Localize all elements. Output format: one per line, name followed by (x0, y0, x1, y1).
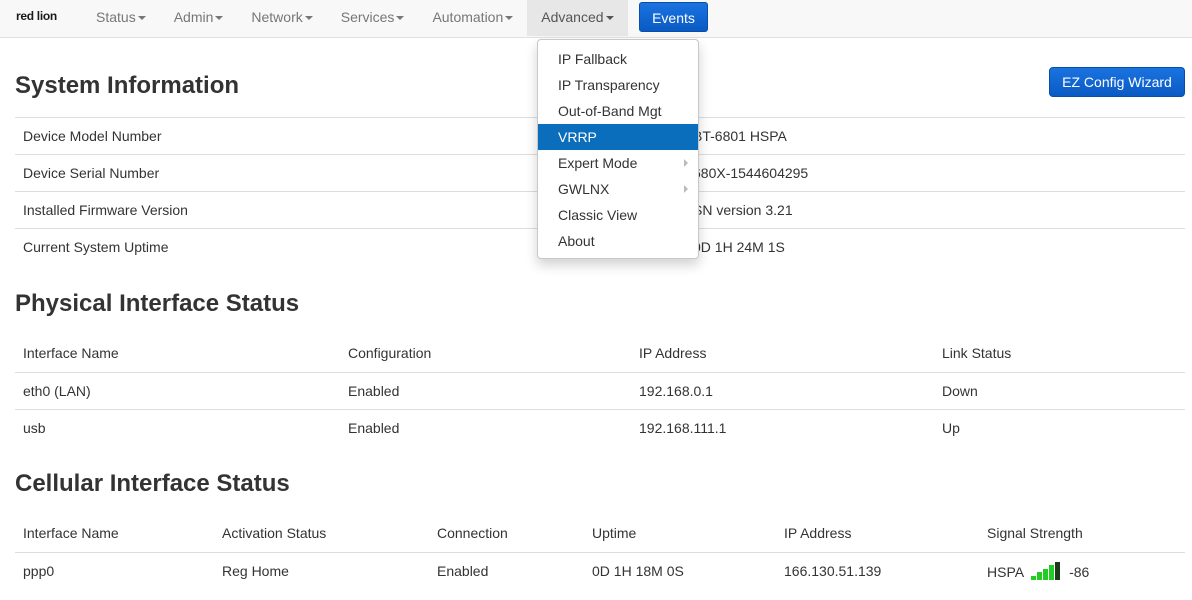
menu-item-expert-mode-label: Expert Mode (558, 155, 638, 171)
row-value: BT-6801 HSPA (685, 117, 1185, 155)
column-header: IP Address (639, 345, 707, 362)
signal-strength-cell: HSPA -86 (979, 551, 1185, 589)
column-header: IP Address (784, 525, 852, 542)
signal-rssi: -86 (1069, 563, 1090, 580)
signal-bar (1043, 568, 1049, 580)
nav-advanced-label: Advanced (541, 9, 604, 25)
caret-down-icon (137, 16, 146, 20)
nav-advanced[interactable]: Advanced (527, 0, 628, 36)
menu-item-about[interactable]: About (538, 228, 698, 254)
cell: Enabled (429, 551, 584, 589)
nav-services-label: Services (340, 9, 395, 25)
row-value: SN version 3.21 (685, 191, 1185, 229)
events-button[interactable]: Events (639, 2, 708, 32)
table-row: eth0 (LAN) Enabled 192.168.0.1 Down (15, 371, 1185, 409)
nav-status[interactable]: Status (82, 0, 160, 36)
signal-bar (1037, 572, 1043, 580)
nav-admin-label: Admin (173, 9, 214, 25)
cell: usb (15, 408, 340, 446)
caret-down-icon (304, 16, 313, 20)
nav-services[interactable]: Services (327, 0, 419, 36)
column-header: Activation Status (222, 525, 327, 542)
signal-bar (1031, 575, 1037, 580)
menu-item-ip-transparency[interactable]: IP Transparency (538, 72, 698, 98)
menu-item-ip-fallback[interactable]: IP Fallback (538, 46, 698, 72)
menu-item-expert-mode[interactable]: Expert Mode (538, 150, 698, 176)
signal-bars-icon (1031, 561, 1061, 580)
physical-interface-title: Physical Interface Status (15, 290, 300, 317)
ez-config-wizard-button[interactable]: EZ Config Wizard (1049, 67, 1185, 97)
table-header-row: Interface Name Activation Status Connect… (15, 515, 1185, 552)
column-header: Link Status (942, 345, 1012, 362)
signal-technology: HSPA (987, 563, 1024, 580)
physical-interface-table: Interface Name Configuration IP Address … (15, 335, 1185, 446)
signal-bar (1055, 561, 1061, 580)
column-header: Interface Name (23, 525, 119, 542)
cell: Enabled (340, 371, 631, 409)
nav-network[interactable]: Network (237, 0, 326, 36)
system-info-title: System Information (15, 72, 240, 99)
nav-admin[interactable]: Admin (160, 0, 238, 36)
row-value: 0D 1H 24M 1S (685, 228, 1185, 266)
top-navbar: red lion Status Admin Network Services A… (0, 0, 1192, 38)
menu-item-out-of-band-mgt[interactable]: Out-of-Band Mgt (538, 98, 698, 124)
table-row: ppp0 Reg Home Enabled 0D 1H 18M 0S 166.1… (15, 551, 1185, 589)
brand-text: red lion (16, 9, 57, 23)
main-nav: Status Admin Network Services Automation… (82, 0, 628, 36)
cell: eth0 (LAN) (15, 371, 340, 409)
row-value: 680X-1544604295 (685, 154, 1185, 192)
column-header: Signal Strength (987, 525, 1083, 542)
table-row: usb Enabled 192.168.111.1 Up (15, 408, 1185, 446)
column-header: Uptime (592, 525, 637, 542)
caret-down-icon (505, 16, 514, 20)
cell: Reg Home (214, 551, 429, 589)
signal-bar (1049, 565, 1055, 580)
nav-network-label: Network (251, 9, 303, 25)
table-header-row: Interface Name Configuration IP Address … (15, 335, 1185, 372)
column-header: Interface Name (23, 345, 119, 362)
caret-down-icon (605, 16, 614, 20)
caret-down-icon (215, 16, 224, 20)
nav-automation-label: Automation (432, 9, 504, 25)
cellular-interface-table: Interface Name Activation Status Connect… (15, 515, 1185, 589)
submenu-arrow-icon (684, 159, 688, 167)
column-header: Connection (437, 525, 508, 542)
cell: 192.168.0.1 (631, 371, 934, 409)
cell: 166.130.51.139 (776, 551, 979, 589)
cell: 192.168.111.1 (631, 408, 934, 446)
menu-item-vrrp[interactable]: VRRP (538, 124, 698, 150)
caret-down-icon (396, 16, 405, 20)
cell: 0D 1H 18M 0S (584, 551, 776, 589)
cell: Down (934, 371, 1185, 409)
brand-logo[interactable]: red lion (16, 9, 66, 27)
submenu-arrow-icon (684, 185, 688, 193)
nav-status-label: Status (96, 9, 136, 25)
cell: Enabled (340, 408, 631, 446)
cell: ppp0 (15, 551, 214, 589)
cellular-interface-title: Cellular Interface Status (15, 470, 290, 497)
menu-item-gwlnx[interactable]: GWLNX (538, 176, 698, 202)
nav-automation[interactable]: Automation (418, 0, 527, 36)
menu-item-classic-view[interactable]: Classic View (538, 202, 698, 228)
advanced-dropdown-menu: IP Fallback IP Transparency Out-of-Band … (537, 39, 699, 259)
column-header: Configuration (348, 345, 432, 362)
cell: Up (934, 408, 1185, 446)
menu-item-gwlnx-label: GWLNX (558, 181, 610, 197)
